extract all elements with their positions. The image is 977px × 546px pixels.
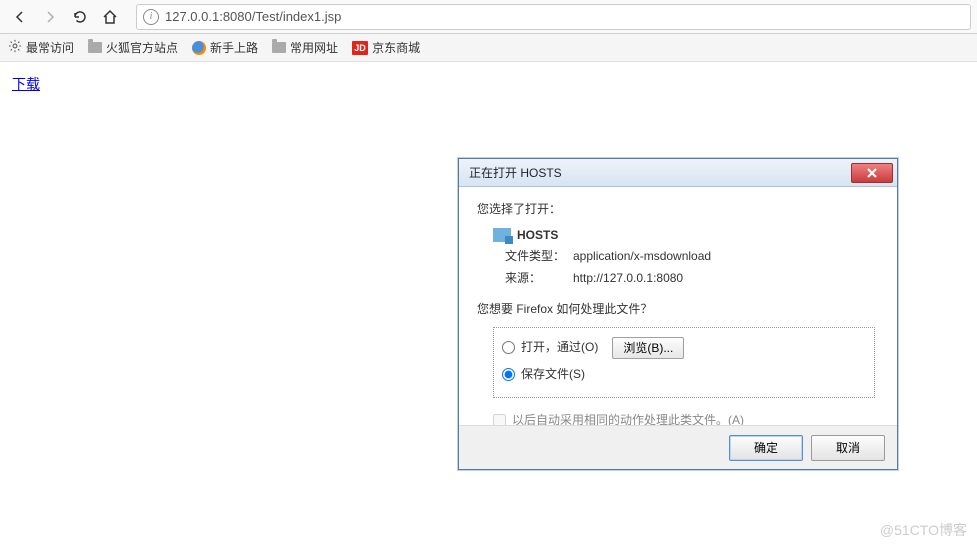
dialog-footer: 确定 取消	[459, 425, 897, 469]
download-link[interactable]: 下载	[12, 76, 40, 92]
cancel-button[interactable]: 取消	[811, 435, 885, 461]
browser-navbar: i	[0, 0, 977, 34]
address-bar[interactable]: i	[136, 4, 971, 30]
source-value: http://127.0.0.1:8080	[573, 271, 683, 285]
folder-icon	[88, 42, 102, 53]
bookmark-label: 京东商城	[372, 39, 420, 56]
gear-icon	[8, 39, 22, 56]
open-with-radio[interactable]	[502, 341, 515, 354]
save-file-radio[interactable]	[502, 368, 515, 381]
ok-button[interactable]: 确定	[729, 435, 803, 461]
dialog-title-text: 正在打开 HOSTS	[469, 164, 851, 181]
file-type-label: 文件类型：	[505, 246, 573, 268]
bookmark-label: 最常访问	[26, 39, 74, 56]
bookmark-most-visited[interactable]: 最常访问	[8, 39, 74, 56]
action-prompt: 您想要 Firefox 如何处理此文件？	[477, 299, 879, 321]
url-input[interactable]	[165, 9, 964, 24]
options-group: 打开，通过(O) 浏览(B)... 保存文件(S)	[493, 327, 875, 398]
jd-icon: JD	[352, 41, 368, 55]
bookmarks-toolbar: 最常访问 火狐官方站点 新手上路 常用网址 JD 京东商城	[0, 34, 977, 62]
open-with-label: 打开，通过(O)	[521, 337, 598, 359]
bookmark-firefox-official[interactable]: 火狐官方站点	[88, 39, 178, 56]
bookmark-label: 常用网址	[290, 39, 338, 56]
source-label: 来源：	[505, 268, 573, 290]
folder-icon	[272, 42, 286, 53]
file-type-value: application/x-msdownload	[573, 249, 711, 263]
watermark: @51CTO博客	[880, 520, 967, 540]
forward-button[interactable]	[36, 4, 64, 30]
site-info-icon[interactable]: i	[143, 9, 159, 25]
save-file-label: 保存文件(S)	[521, 364, 585, 386]
dialog-titlebar[interactable]: 正在打开 HOSTS	[459, 159, 897, 187]
bookmark-getting-started[interactable]: 新手上路	[192, 39, 258, 56]
file-name: HOSTS	[517, 225, 558, 247]
close-button[interactable]	[851, 163, 893, 183]
dialog-body: 您选择了打开： HOSTS 文件类型：application/x-msdownl…	[459, 187, 897, 431]
you-selected-label: 您选择了打开：	[477, 199, 879, 221]
bookmark-common-sites[interactable]: 常用网址	[272, 39, 338, 56]
bookmark-label: 火狐官方站点	[106, 39, 178, 56]
page-content: 下载	[0, 62, 977, 106]
file-icon	[493, 228, 511, 242]
download-dialog: 正在打开 HOSTS 您选择了打开： HOSTS 文件类型：applicatio…	[458, 158, 898, 470]
reload-button[interactable]	[66, 4, 94, 30]
firefox-icon	[192, 41, 206, 55]
back-button[interactable]	[6, 4, 34, 30]
bookmark-label: 新手上路	[210, 39, 258, 56]
bookmark-jd[interactable]: JD 京东商城	[352, 39, 420, 56]
home-button[interactable]	[96, 4, 124, 30]
browse-button[interactable]: 浏览(B)...	[612, 337, 684, 359]
